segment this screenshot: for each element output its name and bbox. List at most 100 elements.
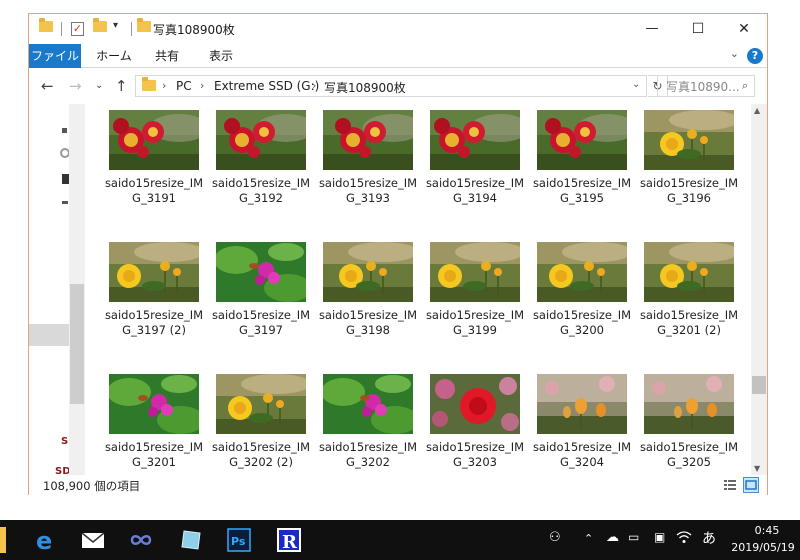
file-name: saido15resize_IMG_3197 <box>211 308 311 337</box>
file-item[interactable]: saido15resize_IMG_3200 <box>529 236 635 356</box>
breadcrumb-pc[interactable]: PC <box>176 79 192 93</box>
file-item[interactable]: saido15resize_IMG_3193 <box>315 104 421 224</box>
image-thumbnail <box>644 242 734 302</box>
new-folder-icon[interactable] <box>93 18 107 37</box>
taskbar: e Ps R ⚇ ⌃ ☁ ▭ ▣ あ 0:45 2019/05/19 <box>0 520 800 560</box>
image-thumbnail <box>537 242 627 302</box>
chevron-right-icon[interactable]: › <box>200 79 204 92</box>
image-thumbnail <box>323 110 413 170</box>
maximize-button[interactable]: ☐ <box>675 14 721 44</box>
search-input[interactable]: 写真10890... ⌕ <box>657 75 755 97</box>
search-icon[interactable]: ⌕ <box>742 79 748 93</box>
r-app-icon[interactable]: R <box>276 527 302 553</box>
file-name: saido15resize_IMG_3204 <box>532 440 632 469</box>
ribbon-expand-icon[interactable]: ⌄ <box>730 47 739 60</box>
image-thumbnail <box>644 110 734 170</box>
nav-item-icon[interactable] <box>62 201 68 204</box>
file-item[interactable]: saido15resize_IMG_3198 <box>315 236 421 356</box>
image-thumbnail <box>430 242 520 302</box>
nav-selected-item[interactable] <box>29 324 69 346</box>
image-thumbnail <box>430 110 520 170</box>
display-icon[interactable]: ▣ <box>654 530 665 544</box>
content-scrollbar[interactable]: ▲ ▼ <box>751 104 767 475</box>
file-item[interactable]: saido15resize_IMG_3203 <box>422 368 528 475</box>
file-item[interactable]: saido15resize_IMG_3201 <box>101 368 207 475</box>
file-item[interactable]: saido15resize_IMG_3205 <box>636 368 742 475</box>
onedrive-icon[interactable]: ☁ <box>606 530 619 545</box>
edge-browser-icon[interactable]: e <box>32 527 58 555</box>
file-explorer-taskbar-icon[interactable] <box>0 527 6 553</box>
file-item[interactable]: saido15resize_IMG_3195 <box>529 104 635 224</box>
breadcrumb-folder[interactable]: 写真108900枚 <box>324 79 406 96</box>
file-name: saido15resize_IMG_3195 <box>532 176 632 205</box>
file-item[interactable]: saido15resize_IMG_3197 <box>208 236 314 356</box>
file-item[interactable]: saido15resize_IMG_3202 (2) <box>208 368 314 475</box>
window-title: 写真108900枚 <box>153 23 235 37</box>
details-view-button[interactable] <box>722 477 738 493</box>
close-button[interactable]: ✕ <box>721 14 767 44</box>
image-thumbnail <box>109 374 199 434</box>
folder-icon <box>39 18 53 37</box>
people-icon[interactable]: ⚇ <box>549 530 561 545</box>
file-name: saido15resize_IMG_3200 <box>532 308 632 337</box>
address-bar[interactable]: › PC › Extreme SSD (G:) › 写真108900枚 ⌄ <box>135 75 647 97</box>
breadcrumb-drive[interactable]: Extreme SSD (G:) <box>214 79 319 93</box>
clock-date[interactable]: 2019/05/19 <box>728 541 798 554</box>
image-thumbnail <box>537 374 627 434</box>
clock-time[interactable]: 0:45 <box>737 524 797 537</box>
tab-file[interactable]: ファイル <box>29 44 81 68</box>
back-arrow-icon[interactable]: ← <box>41 77 54 95</box>
tab-home[interactable]: ホーム <box>89 44 139 68</box>
file-name: saido15resize_IMG_3201 (2) <box>639 308 739 337</box>
file-item[interactable]: saido15resize_IMG_3192 <box>208 104 314 224</box>
file-item[interactable]: saido15resize_IMG_3204 <box>529 368 635 475</box>
tablet-app-icon[interactable] <box>178 527 204 553</box>
up-arrow-icon[interactable]: ↑ <box>115 77 128 95</box>
address-row: ← → ⌄ ↑ › PC › Extreme SSD (G:) › 写真1089… <box>29 69 767 103</box>
nav-item-icon[interactable] <box>62 128 67 133</box>
file-item[interactable]: saido15resize_IMG_3191 <box>101 104 207 224</box>
properties-icon[interactable]: ✓ <box>71 21 84 37</box>
file-item[interactable]: saido15resize_IMG_3202 <box>315 368 421 475</box>
battery-icon[interactable]: ▭ <box>628 530 639 544</box>
file-item[interactable]: saido15resize_IMG_3199 <box>422 236 528 356</box>
photoshop-icon[interactable]: Ps <box>226 527 252 553</box>
infinity-app-icon[interactable] <box>128 527 154 553</box>
file-name: saido15resize_IMG_3194 <box>425 176 525 205</box>
wifi-icon[interactable] <box>676 530 692 548</box>
tab-share[interactable]: 共有 <box>147 44 187 68</box>
large-icons-view-button[interactable] <box>743 477 759 493</box>
scroll-down-icon[interactable]: ▼ <box>754 464 760 473</box>
file-name: saido15resize_IMG_3202 <box>318 440 418 469</box>
nav-scrollbar-thumb[interactable] <box>70 284 84 404</box>
file-name: saido15resize_IMG_3196 <box>639 176 739 205</box>
image-thumbnail <box>644 374 734 434</box>
search-placeholder: 写真10890... <box>666 80 740 94</box>
mail-icon[interactable] <box>80 527 106 553</box>
file-name: saido15resize_IMG_3203 <box>425 440 525 469</box>
forward-arrow-icon[interactable]: → <box>69 77 82 95</box>
minimize-button[interactable]: — <box>629 14 675 44</box>
image-thumbnail <box>537 110 627 170</box>
divider <box>131 22 132 36</box>
address-dropdown-icon[interactable]: ⌄ <box>632 79 640 90</box>
file-name: saido15resize_IMG_3202 (2) <box>211 440 311 469</box>
file-item[interactable]: saido15resize_IMG_3194 <box>422 104 528 224</box>
help-button[interactable]: ? <box>747 48 763 64</box>
chevron-right-icon[interactable]: › <box>162 79 166 92</box>
file-item[interactable]: saido15resize_IMG_3196 <box>636 104 742 224</box>
file-item[interactable]: saido15resize_IMG_3197 (2) <box>101 236 207 356</box>
show-hidden-icons-icon[interactable]: ⌃ <box>584 532 593 545</box>
content-scrollbar-thumb[interactable] <box>752 376 766 394</box>
file-item[interactable]: saido15resize_IMG_3201 (2) <box>636 236 742 356</box>
tab-view[interactable]: 表示 <box>201 44 241 68</box>
image-thumbnail <box>109 110 199 170</box>
scroll-up-icon[interactable]: ▲ <box>754 106 760 115</box>
app-s-icon[interactable]: S <box>61 436 68 447</box>
quick-access-dropdown-icon[interactable]: ▾ <box>113 20 118 36</box>
chevron-right-icon[interactable]: › <box>312 79 316 92</box>
recent-locations-icon[interactable]: ⌄ <box>95 80 103 91</box>
svg-text:R: R <box>282 532 298 553</box>
file-name: saido15resize_IMG_3199 <box>425 308 525 337</box>
ime-indicator[interactable]: あ <box>702 528 716 548</box>
